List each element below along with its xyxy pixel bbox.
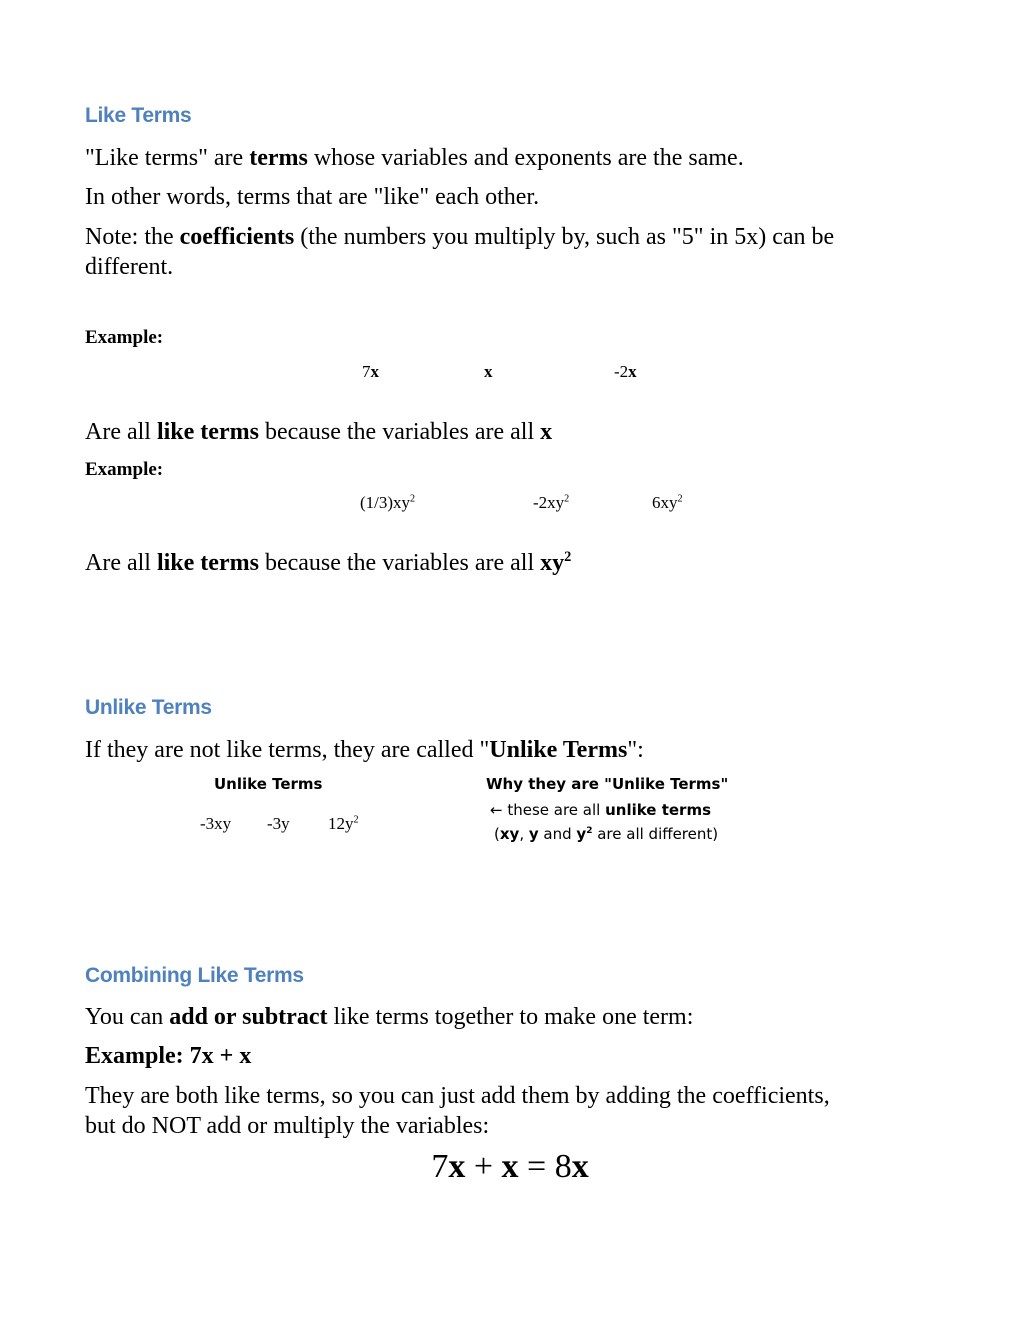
variable: x xyxy=(484,362,493,381)
example-2-label: Example: xyxy=(85,459,164,480)
bold-text: like terms xyxy=(156,550,259,576)
text: They are both like terms, so you can jus… xyxy=(85,1083,830,1109)
combining-explanation: They are both like terms, so you can jus… xyxy=(85,1081,965,1141)
coefficient: 6 xyxy=(652,493,661,512)
reason-line-2: (xy, y and y2 are all different) xyxy=(494,825,718,843)
unlike-term-3: 12y2 xyxy=(328,814,359,834)
example-1-term-3: -2x xyxy=(614,362,637,382)
variable: xy xyxy=(393,493,411,512)
text: like terms together to make one term: xyxy=(327,1004,694,1030)
heading-like-terms: Like Terms xyxy=(85,104,192,127)
variable: x xyxy=(501,1148,519,1185)
exponent: 2 xyxy=(564,493,570,505)
variable: xy xyxy=(547,493,565,512)
variable: xy xyxy=(214,814,232,833)
example-1-term-1: 7x xyxy=(362,362,379,382)
combining-example-label: Example: 7x + x xyxy=(85,1043,252,1069)
table-header-unlike-terms: Unlike Terms xyxy=(214,775,323,793)
text: You can xyxy=(85,1004,170,1030)
exponent: 2 xyxy=(564,549,572,565)
coefficients-note: Note: the coefficients (the numbers you … xyxy=(85,222,935,282)
text: (the numbers you multiply by, such as "5… xyxy=(294,224,835,250)
like-terms-paraphrase: In other words, terms that are "like" ea… xyxy=(85,184,540,210)
text: and xyxy=(538,825,577,843)
text: "Like terms" are xyxy=(85,145,250,171)
text: If they are not like terms, they are cal… xyxy=(85,737,490,763)
unlike-term-1: -3xy xyxy=(200,814,231,834)
variable: xy xyxy=(660,493,678,512)
exponent: 2 xyxy=(410,493,416,505)
variable: y xyxy=(576,825,587,843)
bold-text: add or subtract xyxy=(169,1004,328,1030)
equals-sign: = xyxy=(518,1148,555,1185)
example-1-term-2: x xyxy=(484,362,493,382)
coefficient: 12 xyxy=(328,814,345,833)
coefficient: -2 xyxy=(614,362,629,381)
example-2-term-3: 6xy2 xyxy=(652,493,683,513)
coefficient: 7 xyxy=(431,1148,449,1185)
variable: x xyxy=(628,362,637,381)
exponent: 2 xyxy=(677,493,683,505)
unlike-terms-table: Unlike Terms Why they are "Unlike Terms"… xyxy=(180,775,780,855)
coefficient: -2 xyxy=(533,493,548,512)
exponent: 2 xyxy=(353,814,359,826)
text: Are all xyxy=(85,550,157,576)
text: are all different) xyxy=(592,825,719,843)
text: ← these are all xyxy=(490,801,606,819)
heading-combining-like-terms: Combining Like Terms xyxy=(85,964,304,987)
variable: y xyxy=(281,814,290,833)
example-1-conclusion: Are all like terms because the variables… xyxy=(85,417,552,447)
bold-text: y xyxy=(528,825,539,843)
bold-text: coefficients xyxy=(179,224,295,250)
bold-text: terms xyxy=(249,145,308,171)
coefficient: -3 xyxy=(267,814,282,833)
coefficient: -3 xyxy=(200,814,215,833)
bold-text: xy xyxy=(499,825,520,843)
coefficient: 8 xyxy=(554,1148,572,1185)
variable: y xyxy=(345,814,354,833)
example-2-term-2: -2xy2 xyxy=(533,493,569,513)
operator: + xyxy=(465,1148,502,1185)
text: Are all xyxy=(85,419,157,445)
bold-text: x xyxy=(540,419,553,445)
like-terms-definition: "Like terms" are terms whose variables a… xyxy=(85,143,744,173)
unlike-terms-intro: If they are not like terms, they are cal… xyxy=(85,735,644,765)
text: whose variables and exponents are the sa… xyxy=(307,145,744,171)
bold-text: like terms xyxy=(156,419,259,445)
text: , xyxy=(519,825,529,843)
combining-intro: You can add or subtract like terms toget… xyxy=(85,1002,693,1032)
bold-text: unlike terms xyxy=(605,801,712,819)
bold-text: Unlike Terms xyxy=(489,737,628,763)
coefficient: 7 xyxy=(362,362,371,381)
reason-line-1: ← these are all unlike terms xyxy=(490,801,711,819)
bold-text: y2 xyxy=(576,825,592,843)
unlike-term-2: -3y xyxy=(267,814,290,834)
text: ": xyxy=(627,737,644,763)
text: because the variables are all xyxy=(258,550,541,576)
variable: x xyxy=(448,1148,466,1185)
variable: xy xyxy=(540,550,565,576)
text: but do NOT add or multiply the variables… xyxy=(85,1113,490,1139)
text: Note: the xyxy=(85,224,180,250)
coefficient: (1/3) xyxy=(360,493,394,512)
table-header-why: Why they are "Unlike Terms" xyxy=(486,775,729,793)
example-2-conclusion: Are all like terms because the variables… xyxy=(85,548,571,578)
combining-equation: 7x + x = 8x xyxy=(0,1148,1020,1186)
variable: x xyxy=(370,362,380,381)
example-1-label: Example: xyxy=(85,327,164,348)
example-2-term-1: (1/3)xy2 xyxy=(360,493,415,513)
heading-unlike-terms: Unlike Terms xyxy=(85,696,212,719)
text: because the variables are all xyxy=(258,419,541,445)
variable: x xyxy=(571,1148,589,1185)
bold-text: xy2 xyxy=(540,550,571,576)
text: different. xyxy=(85,254,174,280)
